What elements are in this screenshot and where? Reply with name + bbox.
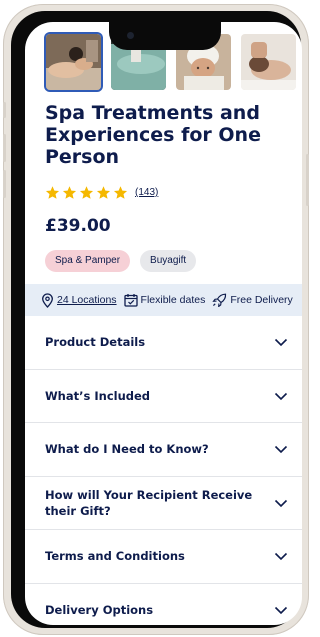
- price: £39.00: [45, 216, 111, 236]
- review-count-link[interactable]: (143): [135, 187, 158, 198]
- accordion-label: What do I Need to Know?: [45, 442, 209, 457]
- chevron-down-icon: [274, 446, 288, 454]
- tag-category[interactable]: Spa & Pamper: [45, 250, 131, 272]
- power-button: [306, 154, 309, 206]
- accordion-need-to-know[interactable]: What do I Need to Know?: [25, 423, 302, 477]
- volume-up-button: [3, 134, 6, 162]
- massage-photo: [46, 34, 101, 90]
- info-strip: 24 Locations Flexible dates Free Deliver…: [25, 284, 302, 316]
- star-icon: [79, 186, 94, 199]
- accordion-label: What’s Included: [45, 388, 151, 403]
- camera: [127, 32, 134, 39]
- notch: [109, 22, 221, 50]
- accordion-whats-included[interactable]: What’s Included: [25, 370, 302, 423]
- thumbnail-massage[interactable]: [46, 34, 101, 90]
- locations-item[interactable]: 24 Locations: [41, 292, 117, 308]
- star-icon: [96, 186, 111, 199]
- chevron-down-icon: [274, 339, 288, 347]
- chevron-down-icon: [274, 553, 288, 561]
- chevron-down-icon: [274, 606, 288, 614]
- facial-photo: [241, 34, 296, 90]
- rating[interactable]: (143): [45, 185, 158, 200]
- thumbnail-facial[interactable]: [241, 34, 296, 90]
- accordion-label: Delivery Options: [45, 602, 154, 617]
- accordion-recipient-receive[interactable]: How will Your Recipient Receive their Gi…: [25, 477, 302, 530]
- dates-label: Flexible dates: [140, 294, 206, 306]
- accordion-terms[interactable]: Terms and Conditions: [25, 530, 302, 584]
- accordion-label: How will Your Recipient Receive their Gi…: [45, 487, 253, 518]
- location-pin-icon: [42, 292, 53, 308]
- accordion-product-details[interactable]: Product Details: [25, 316, 302, 370]
- product-title: Spa Treatments and Experiences for One P…: [45, 102, 261, 168]
- volume-down-button: [3, 170, 6, 198]
- rocket-icon: [212, 293, 227, 307]
- locations-link[interactable]: 24 Locations: [57, 294, 117, 306]
- chevron-down-icon: [274, 499, 288, 507]
- star-icon: [45, 186, 60, 199]
- star-icon: [113, 186, 128, 199]
- calendar-icon: [123, 294, 138, 307]
- delivery-item: Free Delivery: [212, 293, 293, 307]
- tag-brand[interactable]: Buyagift: [140, 250, 197, 272]
- dates-item: Flexible dates: [123, 293, 206, 307]
- details-accordion: Product Details What’s Included What do …: [25, 316, 302, 625]
- accordion-label: Terms and Conditions: [45, 549, 185, 564]
- category-tags: Spa & Pamper Buyagift: [45, 250, 206, 272]
- mute-switch: [3, 102, 6, 118]
- accordion-label: Product Details: [45, 335, 146, 350]
- accordion-delivery-options[interactable]: Delivery Options: [25, 584, 302, 626]
- chevron-down-icon: [274, 392, 288, 400]
- phone-frame: Spa Treatments and Experiences for One P…: [3, 4, 309, 635]
- star-icon: [62, 186, 77, 199]
- screen: Spa Treatments and Experiences for One P…: [25, 22, 302, 625]
- delivery-label: Free Delivery: [230, 294, 293, 306]
